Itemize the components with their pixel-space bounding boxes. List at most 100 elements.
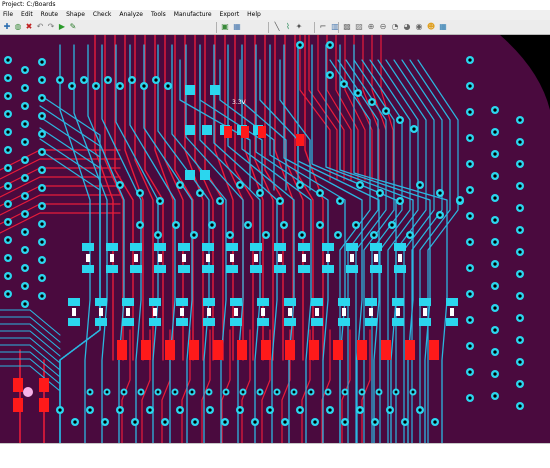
smd-pad: [149, 298, 161, 306]
color-icon[interactable]: ▦: [438, 22, 448, 32]
via-hole: [292, 390, 296, 394]
silk-body: [206, 254, 210, 262]
menu-analyze[interactable]: Analyze: [116, 10, 148, 20]
zoom-all-icon[interactable]: ◉: [414, 22, 424, 32]
silk-body: [207, 308, 211, 316]
smd-pad: [82, 265, 94, 273]
cursor-icon[interactable]: ✚: [2, 22, 12, 32]
via-hole: [6, 238, 10, 242]
via-hole: [138, 223, 142, 227]
smd-pad-top: [261, 340, 271, 360]
via-hole: [518, 316, 522, 320]
smd-pad: [122, 318, 134, 326]
via-hole: [6, 256, 10, 260]
menu-edit[interactable]: Edit: [18, 10, 38, 20]
line-icon[interactable]: ╲: [272, 22, 282, 32]
via-hole: [370, 100, 374, 104]
zoom-next-icon[interactable]: ◕: [402, 22, 412, 32]
highlight-icon[interactable]: ☻: [426, 22, 436, 32]
via-hole: [438, 213, 442, 217]
silk-body: [342, 308, 346, 316]
via-hole: [458, 198, 462, 202]
menu-export[interactable]: Export: [217, 10, 245, 20]
undo-icon[interactable]: ↶: [35, 22, 45, 32]
smd-pad: [298, 265, 310, 273]
via-hole: [40, 114, 44, 118]
via-hole: [258, 191, 262, 195]
via-hole: [264, 233, 268, 237]
via-hole: [6, 292, 10, 296]
via-hole: [207, 390, 211, 394]
via-hole: [518, 250, 522, 254]
silk-labels: 3.3V: [232, 99, 247, 106]
zoom-out-icon[interactable]: ⊖: [378, 22, 388, 32]
via-hole: [518, 184, 522, 188]
smd-pad: [203, 298, 215, 306]
smd-pad: [274, 243, 286, 251]
menu-manufacture[interactable]: Manufacture: [171, 10, 217, 20]
via-hole: [283, 420, 287, 424]
via-hole: [468, 344, 472, 348]
silk-body: [99, 308, 103, 316]
via-hole: [398, 199, 402, 203]
route-icon[interactable]: ▶: [57, 22, 67, 32]
smd-pad: [311, 318, 323, 326]
menu-tools[interactable]: Tools: [148, 10, 171, 20]
silk-body: [126, 308, 130, 316]
menu-help[interactable]: Help: [244, 10, 266, 20]
smd-pad: [95, 318, 107, 326]
redo-icon[interactable]: ↷: [46, 22, 56, 32]
via-hole: [6, 58, 10, 62]
via-hole: [377, 390, 381, 394]
smd-pad: [82, 243, 94, 251]
layers-icon[interactable]: ▣: [220, 22, 230, 32]
menu-file[interactable]: File: [0, 10, 18, 20]
pin-icon[interactable]: ✎: [68, 22, 78, 32]
grid-icon[interactable]: ▦: [232, 22, 242, 32]
smd-pad: [284, 318, 296, 326]
via-hole: [468, 292, 472, 296]
smd-pad: [257, 318, 269, 326]
zoom-in-icon[interactable]: ⊕: [366, 22, 376, 32]
via-hole: [106, 78, 110, 82]
via-icon[interactable]: ✦: [294, 22, 304, 32]
via-hole: [373, 420, 377, 424]
menu-shape[interactable]: Shape: [63, 10, 90, 20]
smd-pad-top: [381, 340, 391, 360]
smd-pad-top: [141, 340, 151, 360]
circle-icon[interactable]: ◍: [13, 22, 23, 32]
smd-pad: [226, 265, 238, 273]
toolbar-separator: [216, 22, 217, 33]
zoom-prev-icon[interactable]: ◔: [390, 22, 400, 32]
menu-route[interactable]: Route: [38, 10, 63, 20]
via-hole: [343, 420, 347, 424]
via-hole: [518, 228, 522, 232]
delete-icon[interactable]: ✖: [24, 22, 34, 32]
via-hole: [336, 233, 340, 237]
smd-pad: [284, 298, 296, 306]
smd-pad: [154, 265, 166, 273]
via-hole: [468, 110, 472, 114]
pcb-layout[interactable]: 3.3V: [0, 35, 550, 443]
smd-pad: [185, 125, 195, 135]
via-hole: [372, 233, 376, 237]
silk-body: [315, 308, 319, 316]
via-hole: [23, 212, 27, 216]
via-hole: [88, 390, 92, 394]
zoom-fit-icon[interactable]: ▩: [342, 22, 352, 32]
silk-body: [234, 308, 238, 316]
smd-pad: [176, 298, 188, 306]
smd-pad-top: [296, 134, 304, 146]
via-hole: [118, 183, 122, 187]
menu-check[interactable]: Check: [90, 10, 116, 20]
wire-icon[interactable]: ⌇: [283, 22, 293, 32]
via-hole: [130, 78, 134, 82]
via-hole: [224, 390, 228, 394]
zoom-window-icon[interactable]: ▨: [354, 22, 364, 32]
pcb-canvas[interactable]: 3.3V: [0, 35, 550, 443]
via-hole: [6, 130, 10, 134]
smd-pad: [311, 298, 323, 306]
via-hole: [493, 240, 497, 244]
snap-icon[interactable]: ⌐: [318, 22, 328, 32]
silk-body: [110, 254, 114, 262]
